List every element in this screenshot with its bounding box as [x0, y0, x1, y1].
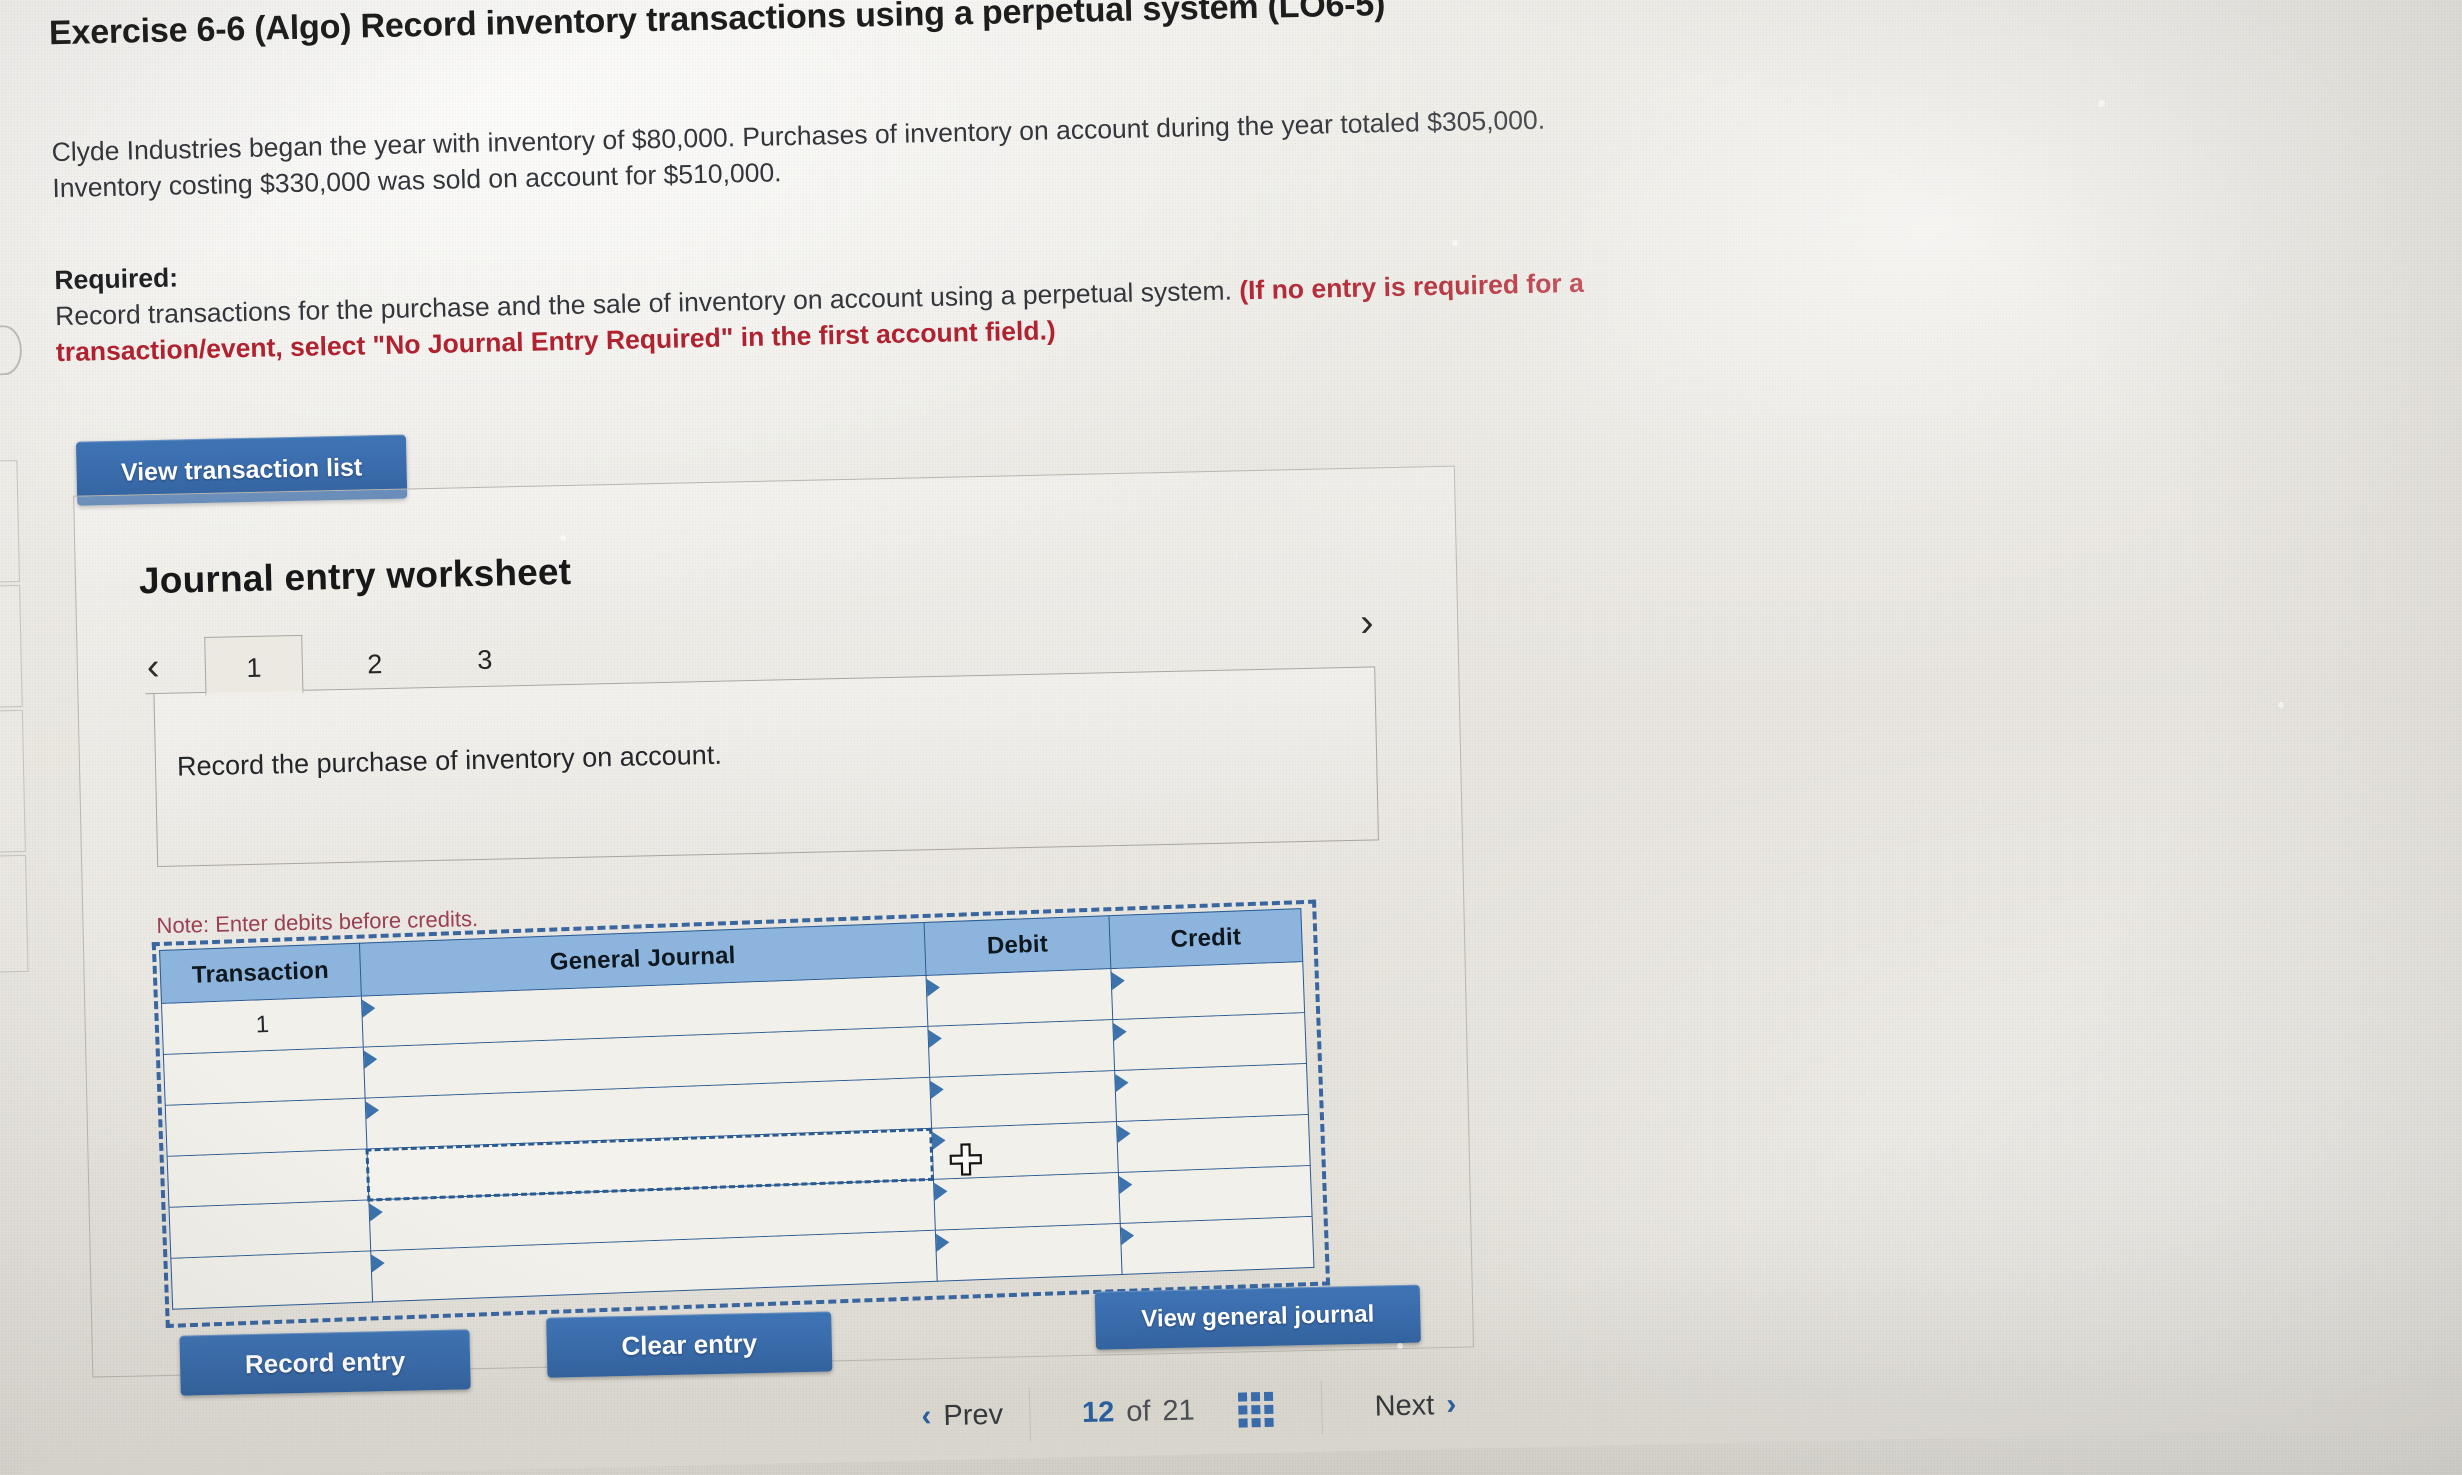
page-content: Exercise 6-6 (Algo) Record inventory tra… [0, 0, 2462, 1475]
next-chevron-icon: › [1445, 1387, 1457, 1422]
cell-transaction[interactable] [166, 1149, 369, 1208]
cell-credit[interactable] [1117, 1165, 1313, 1225]
next-button[interactable]: Next › [1374, 1388, 1456, 1424]
cell-credit[interactable] [1114, 1064, 1309, 1123]
prev-label: Prev [943, 1398, 1004, 1432]
column-header-transaction: Transaction [159, 942, 361, 1004]
edge-artifact [0, 459, 20, 583]
record-entry-button[interactable]: Record entry [179, 1329, 471, 1396]
cell-transaction[interactable]: 1 [161, 996, 363, 1055]
required-label: Required: [54, 262, 179, 296]
cell-credit[interactable] [1112, 1013, 1307, 1072]
worksheet-tab-1[interactable]: 1 [204, 634, 304, 696]
page-of-label: of [1125, 1395, 1151, 1428]
worksheet-tab-3[interactable]: 3 [459, 644, 510, 676]
tab-prev-chevron-icon[interactable]: ‹ [146, 646, 160, 688]
required-text-red-1: (If no entry is required for a [1238, 267, 1585, 306]
tab-next-chevron-icon[interactable]: › [1360, 600, 1374, 644]
cell-debit[interactable] [932, 1173, 1120, 1231]
required-instructions: Record transactions for the purchase and… [55, 265, 1585, 370]
journal-entry-table: Transaction General Journal Debit Credit… [151, 899, 1331, 1329]
edge-artifact [0, 324, 23, 376]
edge-artifact [0, 709, 26, 853]
page-indicator: 12 of 21 [1082, 1394, 1195, 1429]
prev-chevron-icon: ‹ [921, 1399, 932, 1433]
cell-debit[interactable] [934, 1224, 1122, 1282]
worksheet-tab-2[interactable]: 2 [350, 649, 401, 681]
cell-transaction[interactable] [168, 1200, 371, 1259]
cell-debit[interactable] [925, 969, 1113, 1027]
screenshot-root: Exercise 6-6 (Algo) Record inventory tra… [0, 0, 2462, 1475]
column-header-credit: Credit [1108, 908, 1304, 970]
cell-transaction[interactable] [164, 1098, 367, 1157]
cell-transaction[interactable] [162, 1047, 365, 1106]
cell-credit[interactable] [1119, 1216, 1315, 1275]
question-grid-icon[interactable] [1238, 1391, 1275, 1428]
view-general-journal-button[interactable]: View general journal [1094, 1284, 1421, 1350]
pager-divider [1028, 1387, 1031, 1442]
total-page-count: 21 [1162, 1394, 1196, 1427]
cell-debit[interactable] [929, 1071, 1116, 1129]
current-page-number: 12 [1081, 1395, 1115, 1429]
clear-entry-button[interactable]: Clear entry [546, 1311, 833, 1378]
pager-divider [1321, 1380, 1324, 1435]
prev-button[interactable]: ‹ Prev [921, 1398, 1003, 1434]
edge-artifact [0, 584, 23, 708]
exercise-title: Exercise 6-6 (Algo) Record inventory tra… [48, 0, 1386, 53]
edge-artifact [0, 854, 29, 973]
cell-debit[interactable] [927, 1020, 1115, 1078]
cell-credit[interactable] [1115, 1114, 1311, 1174]
problem-statement: Clyde Industries began the year with inv… [51, 102, 1546, 207]
cell-transaction[interactable] [170, 1251, 373, 1310]
cell-credit[interactable] [1110, 962, 1306, 1021]
cell-debit[interactable] [931, 1122, 1118, 1180]
column-header-debit: Debit [923, 915, 1111, 976]
next-label: Next [1374, 1388, 1435, 1423]
